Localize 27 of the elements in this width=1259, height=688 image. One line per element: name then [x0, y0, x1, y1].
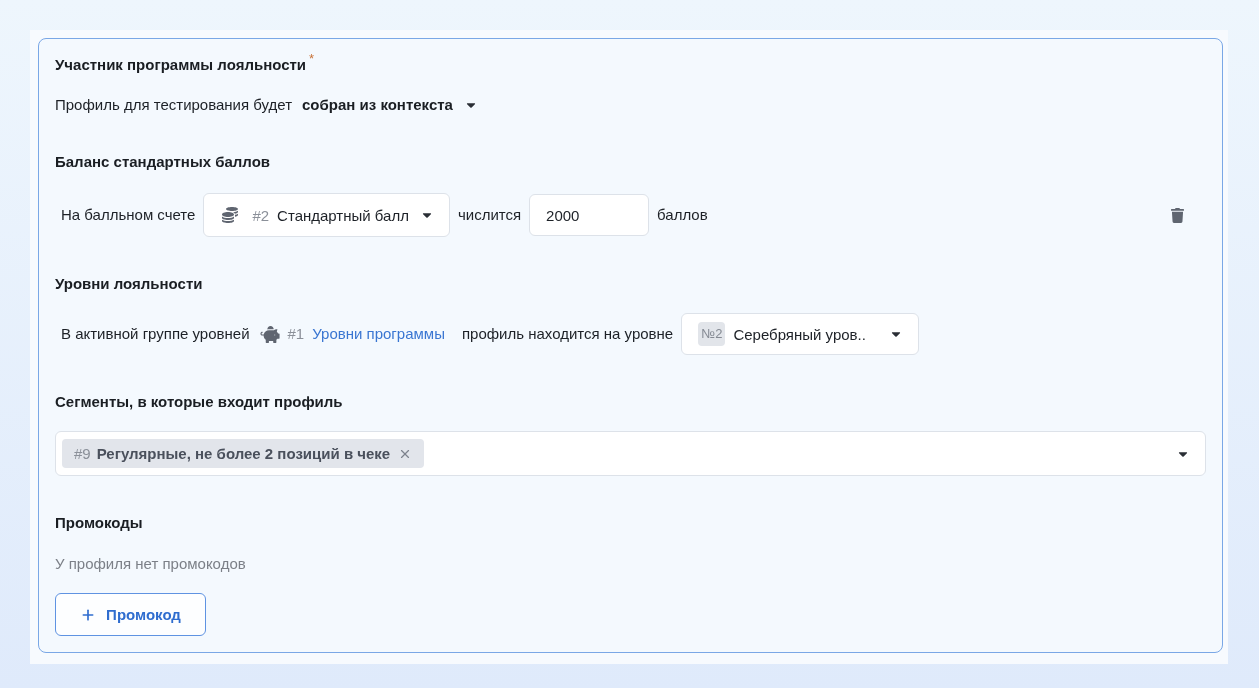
- empty-message: У профиля нет промокодов: [55, 554, 246, 574]
- group-number: #1: [287, 324, 305, 344]
- currency-select[interactable]: #2 Стандартный балл: [203, 193, 450, 237]
- section-title: Участник программы лояльности: [55, 55, 307, 75]
- row-label: В активной группе уровней: [61, 324, 250, 344]
- section-title: Баланс стандартных баллов: [55, 152, 271, 172]
- trash-icon[interactable]: [1171, 207, 1184, 223]
- piggy-bank-icon: [259, 325, 280, 343]
- segment-name: Регулярные, не более 2 позиций в чеке: [96, 445, 391, 462]
- required-mark: *: [309, 52, 315, 65]
- row-label: баллов: [657, 205, 708, 225]
- amount-input[interactable]: 2000: [529, 194, 650, 236]
- level-select[interactable]: №2 Серебряный уров..: [681, 313, 919, 355]
- coins-icon: [222, 207, 239, 223]
- row-label: числится: [457, 205, 522, 225]
- group-link[interactable]: Уровни программы: [312, 324, 445, 344]
- segments-select[interactable]: #9 Регулярные, не более 2 позиций в чеке: [55, 431, 1206, 476]
- segment-number: #9: [74, 445, 91, 462]
- profile-label: Профиль для тестирования будет: [55, 95, 293, 115]
- section-title: Сегменты, в которые входит профиль: [55, 392, 343, 412]
- level-number-badge: №2: [698, 322, 726, 346]
- row-label: На балльном счете: [61, 205, 196, 225]
- section-title: Промокоды: [55, 513, 143, 533]
- profile-source-dropdown[interactable]: собран из контекста: [300, 95, 479, 115]
- add-promocode-button[interactable]: Промокод: [55, 593, 206, 636]
- row-label: профиль находится на уровне: [461, 324, 674, 344]
- section-title: Уровни лояльности: [55, 274, 203, 294]
